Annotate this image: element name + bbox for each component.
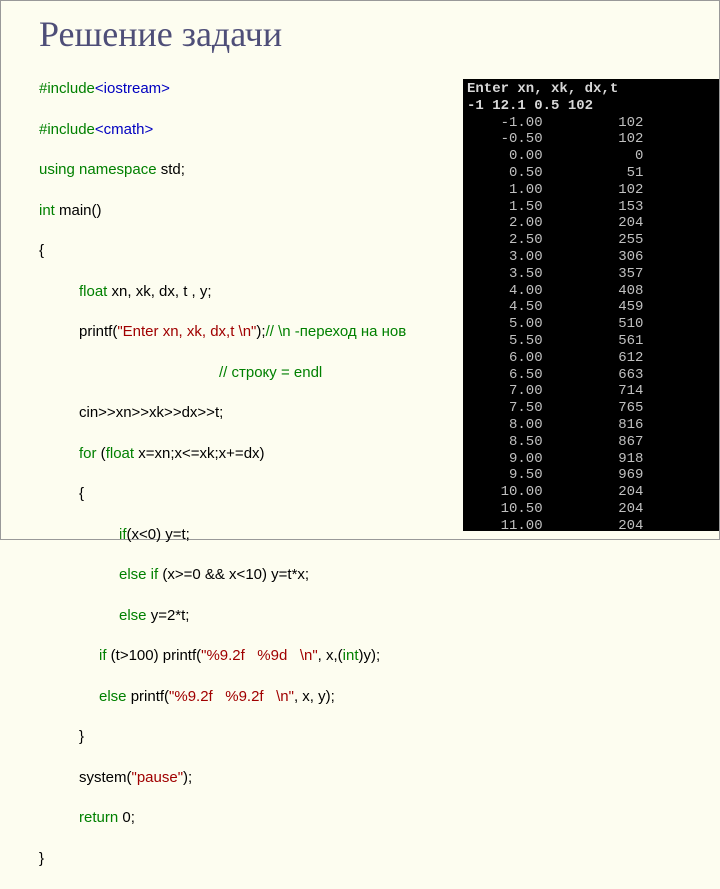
txt-main: main() <box>55 202 102 219</box>
comment1: // \n -переход на нов <box>266 323 407 340</box>
elseif-body: (x>=0 && x<10) y=t*x; <box>158 566 309 583</box>
kw-float: float <box>79 283 107 300</box>
else2-body1: printf( <box>127 688 170 705</box>
str3: "%9.2f %9.2f \n" <box>169 688 294 705</box>
for-paren: ( <box>97 445 106 462</box>
kw-return: return <box>79 809 118 826</box>
str-pause: "pause" <box>132 769 184 786</box>
kw-else: else <box>119 607 147 624</box>
str1: "Enter xn, xk, dx,t \n" <box>117 323 256 340</box>
kw-else2: else <box>99 688 127 705</box>
if2-body2: , x,( <box>318 647 343 664</box>
kw-for: for <box>79 445 97 462</box>
kw-using: using namespace <box>39 161 157 178</box>
if2-body1: (t>100) printf( <box>107 647 202 664</box>
printf1c: ); <box>256 323 265 340</box>
if2-body3: )y); <box>359 647 381 664</box>
else-body: y=2*t; <box>147 607 190 624</box>
str2: "%9.2f %9d \n" <box>201 647 318 664</box>
kw-if2: if <box>99 647 107 664</box>
vars: xn, xk, dx, t , y; <box>107 283 211 300</box>
kw-float2: float <box>106 445 134 462</box>
console-rows: -1.00 102 -0.50 102 0.00 0 0.50 51 1.00 … <box>467 115 643 531</box>
for-body: x=xn;x<=xk;x+=dx) <box>134 445 264 462</box>
printf1a: printf( <box>79 323 117 340</box>
system-c: ); <box>183 769 192 786</box>
return-body: 0; <box>118 809 135 826</box>
else2-body2: , x, y); <box>294 688 335 705</box>
kw-include2: #include <box>39 121 95 138</box>
slide-title: Решение задачи <box>39 13 719 55</box>
system-a: system( <box>79 769 132 786</box>
brace-close2: } <box>79 727 719 747</box>
hdr-cmath: <cmath> <box>95 121 153 138</box>
console-output: Enter xn, xk, dx,t -1 12.1 0.5 102 -1.00… <box>463 79 719 531</box>
kw-int2: int <box>343 647 359 664</box>
comment2: // строку = endl <box>219 364 322 381</box>
brace-close: } <box>39 849 719 869</box>
kw-include: #include <box>39 80 95 97</box>
kw-int: int <box>39 202 55 219</box>
if-body: (x<0) y=t; <box>127 526 190 543</box>
console-input: -1 12.1 0.5 102 <box>467 98 593 114</box>
kw-elseif: else if <box>119 566 158 583</box>
hdr-iostream: <iostream> <box>95 80 170 97</box>
txt-std: std; <box>157 161 185 178</box>
console-prompt: Enter xn, xk, dx,t <box>467 81 618 97</box>
kw-if: if <box>119 526 127 543</box>
